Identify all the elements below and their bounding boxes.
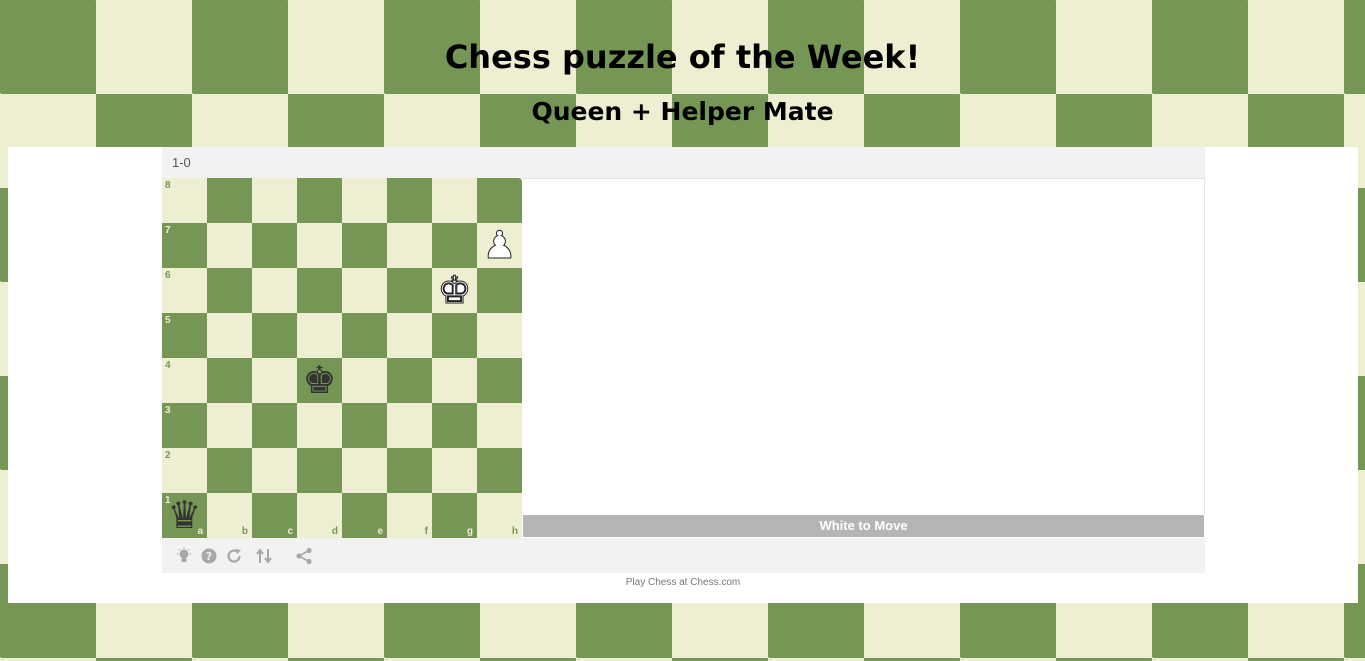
square-g2[interactable]: [432, 448, 477, 493]
square-d4[interactable]: ♚: [297, 358, 342, 403]
square-h6[interactable]: [477, 268, 522, 313]
file-label: g: [466, 526, 473, 537]
square-f6[interactable]: [387, 268, 432, 313]
square-b1[interactable]: b: [207, 493, 252, 538]
square-c2[interactable]: [252, 448, 297, 493]
square-e3[interactable]: [342, 403, 387, 448]
move-list-panel: [523, 178, 1205, 514]
square-g5[interactable]: [432, 313, 477, 358]
square-d6[interactable]: [297, 268, 342, 313]
square-c5[interactable]: [252, 313, 297, 358]
square-c4[interactable]: [252, 358, 297, 403]
square-a2[interactable]: 2: [162, 448, 207, 493]
square-e2[interactable]: [342, 448, 387, 493]
square-d5[interactable]: [297, 313, 342, 358]
chess-board[interactable]: 8 7 ♟ 6 ♚ 5 4 ♚ 3 2 1 a ♛ b c d e f g h: [162, 178, 522, 538]
square-c1[interactable]: c: [252, 493, 297, 538]
square-a6[interactable]: 6: [162, 268, 207, 313]
square-e1[interactable]: e: [342, 493, 387, 538]
square-g3[interactable]: [432, 403, 477, 448]
rank-label: 2: [165, 450, 171, 461]
chess-com-credit[interactable]: Play Chess at Chess.com: [8, 577, 1358, 588]
square-a5[interactable]: 5: [162, 313, 207, 358]
turn-status: White to Move: [523, 515, 1204, 537]
square-b5[interactable]: [207, 313, 252, 358]
reset-icon[interactable]: [225, 547, 243, 565]
file-label: b: [241, 526, 248, 537]
white-pawn-piece[interactable]: ♟: [477, 223, 522, 268]
rank-label: 6: [165, 270, 171, 281]
black-queen-piece[interactable]: ♛: [162, 493, 207, 538]
square-a4[interactable]: 4: [162, 358, 207, 403]
rank-label: 8: [165, 180, 171, 191]
page-title: Chess puzzle of the Week!: [444, 38, 921, 76]
square-a3[interactable]: 3: [162, 403, 207, 448]
square-b8[interactable]: [207, 178, 252, 223]
square-g4[interactable]: [432, 358, 477, 403]
square-a1[interactable]: 1 a ♛: [162, 493, 207, 538]
square-d7[interactable]: [297, 223, 342, 268]
square-a7[interactable]: 7: [162, 223, 207, 268]
square-e7[interactable]: [342, 223, 387, 268]
file-label: c: [287, 526, 293, 537]
square-b7[interactable]: [207, 223, 252, 268]
square-h5[interactable]: [477, 313, 522, 358]
square-e4[interactable]: [342, 358, 387, 403]
rank-label: 3: [165, 405, 171, 416]
file-label: d: [331, 526, 338, 537]
square-g8[interactable]: [432, 178, 477, 223]
square-h3[interactable]: [477, 403, 522, 448]
file-label: f: [424, 526, 428, 537]
svg-text:?: ?: [206, 550, 212, 563]
square-b6[interactable]: [207, 268, 252, 313]
page-subtitle: Queen + Helper Mate: [531, 97, 834, 126]
puzzle-panel: 1-0 8 7 ♟ 6 ♚ 5 4 ♚ 3 2 1 a ♛ b c d e f g h White to Move ?…: [8, 147, 1358, 603]
black-king-piece[interactable]: ♚: [297, 358, 342, 403]
file-label: h: [511, 526, 518, 537]
square-b3[interactable]: [207, 403, 252, 448]
board-toolbar: ?: [162, 538, 1205, 573]
square-h1[interactable]: h: [477, 493, 522, 538]
square-f1[interactable]: f: [387, 493, 432, 538]
square-f5[interactable]: [387, 313, 432, 358]
square-h2[interactable]: [477, 448, 522, 493]
square-h7[interactable]: ♟: [477, 223, 522, 268]
rank-label: 4: [165, 360, 171, 371]
rank-label: 7: [165, 225, 171, 236]
square-f7[interactable]: [387, 223, 432, 268]
square-f4[interactable]: [387, 358, 432, 403]
square-c8[interactable]: [252, 178, 297, 223]
rank-label: 5: [165, 315, 171, 326]
square-a8[interactable]: 8: [162, 178, 207, 223]
square-e8[interactable]: [342, 178, 387, 223]
square-h8[interactable]: [477, 178, 522, 223]
square-g7[interactable]: [432, 223, 477, 268]
square-e5[interactable]: [342, 313, 387, 358]
square-b2[interactable]: [207, 448, 252, 493]
game-result: 1-0: [172, 155, 191, 170]
help-icon[interactable]: ?: [200, 547, 218, 565]
square-f2[interactable]: [387, 448, 432, 493]
square-d2[interactable]: [297, 448, 342, 493]
square-d8[interactable]: [297, 178, 342, 223]
chess-widget: 1-0 8 7 ♟ 6 ♚ 5 4 ♚ 3 2 1 a ♛ b c d e f g h White to Move ?: [162, 147, 1205, 573]
square-c6[interactable]: [252, 268, 297, 313]
file-label: e: [377, 526, 383, 537]
result-bar: 1-0: [162, 147, 1205, 179]
share-icon[interactable]: [295, 547, 313, 565]
white-king-piece[interactable]: ♚: [432, 268, 477, 313]
flip-board-icon[interactable]: [255, 547, 273, 565]
square-f3[interactable]: [387, 403, 432, 448]
square-g1[interactable]: g: [432, 493, 477, 538]
square-d3[interactable]: [297, 403, 342, 448]
square-b4[interactable]: [207, 358, 252, 403]
square-d1[interactable]: d: [297, 493, 342, 538]
square-c7[interactable]: [252, 223, 297, 268]
square-e6[interactable]: [342, 268, 387, 313]
square-f8[interactable]: [387, 178, 432, 223]
square-g6[interactable]: ♚: [432, 268, 477, 313]
hint-icon[interactable]: [175, 547, 193, 565]
square-c3[interactable]: [252, 403, 297, 448]
square-h4[interactable]: [477, 358, 522, 403]
